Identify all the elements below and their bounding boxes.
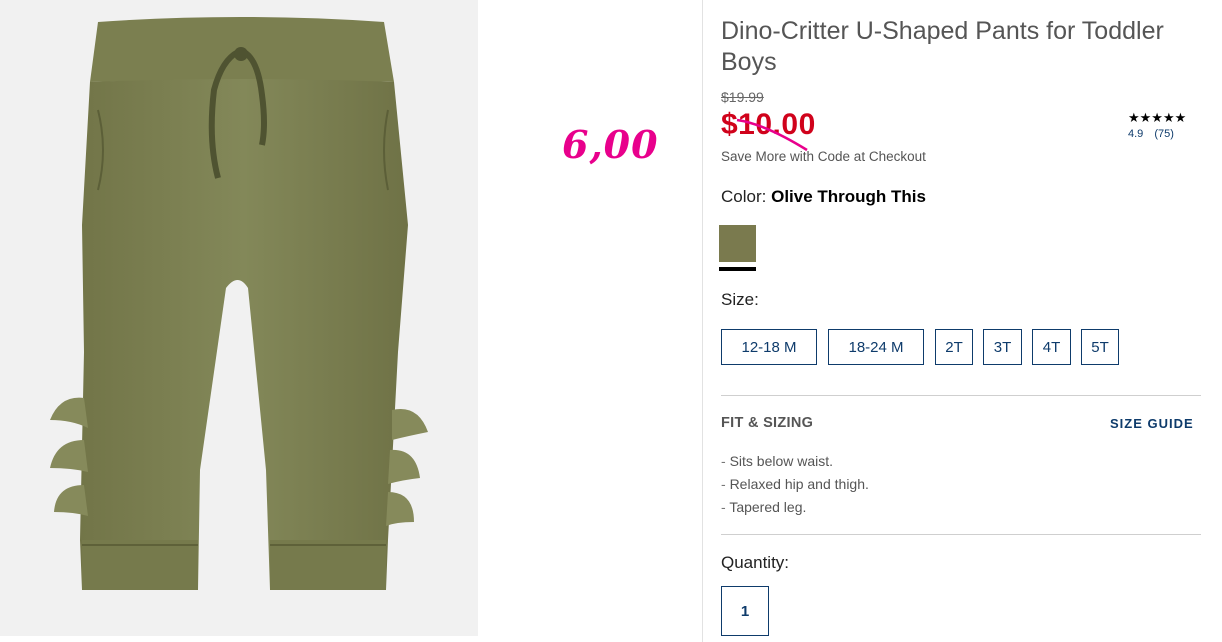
pants-photo xyxy=(50,17,428,590)
list-item: Sits below waist. xyxy=(721,450,869,473)
review-count[interactable]: (75) xyxy=(1154,128,1174,140)
size-guide-link[interactable]: SIZE GUIDE xyxy=(1110,416,1194,431)
list-item: Tapered leg. xyxy=(721,496,869,519)
color-value: Olive Through This xyxy=(771,187,926,206)
color-swatch-olive[interactable] xyxy=(719,225,756,273)
section-divider-bottom xyxy=(721,534,1201,535)
list-item: Relaxed hip and thigh. xyxy=(721,473,869,496)
star-rating-icon: ★★★★★ xyxy=(1128,110,1187,125)
handwritten-price-annotation: 6,00 xyxy=(562,122,659,167)
rating-summary[interactable]: ★★★★★ 4.9 (75) xyxy=(1128,110,1187,141)
size-button-18-24m[interactable]: 18-24 M xyxy=(828,329,924,365)
promo-note: Save More with Code at Checkout xyxy=(721,149,926,164)
size-label: Size: xyxy=(721,290,759,309)
quantity-input[interactable]: 1 xyxy=(721,586,769,636)
swatch-selected-indicator xyxy=(719,267,756,271)
sale-price: $10.00 xyxy=(721,108,816,141)
rating-score: 4.9 xyxy=(1128,128,1144,140)
color-selection: Color: Olive Through This xyxy=(721,187,926,207)
fit-details-list: Sits below waist. Relaxed hip and thigh.… xyxy=(721,450,869,519)
size-button-12-18m[interactable]: 12-18 M xyxy=(721,329,817,365)
original-price: $19.99 xyxy=(721,89,764,105)
color-label: Color: xyxy=(721,187,767,206)
product-image[interactable] xyxy=(0,0,478,636)
size-button-2t[interactable]: 2T xyxy=(935,329,973,365)
size-button-5t[interactable]: 5T xyxy=(1081,329,1119,365)
swatch-fill xyxy=(719,225,756,262)
section-divider-top xyxy=(721,395,1201,396)
column-divider xyxy=(702,0,703,642)
quantity-label: Quantity: xyxy=(721,553,790,572)
fit-sizing-heading[interactable]: FIT & SIZING xyxy=(721,415,813,431)
size-button-4t[interactable]: 4T xyxy=(1032,329,1071,365)
product-title: Dino-Critter U-Shaped Pants for Toddler … xyxy=(721,17,1164,76)
size-button-3t[interactable]: 3T xyxy=(983,329,1022,365)
